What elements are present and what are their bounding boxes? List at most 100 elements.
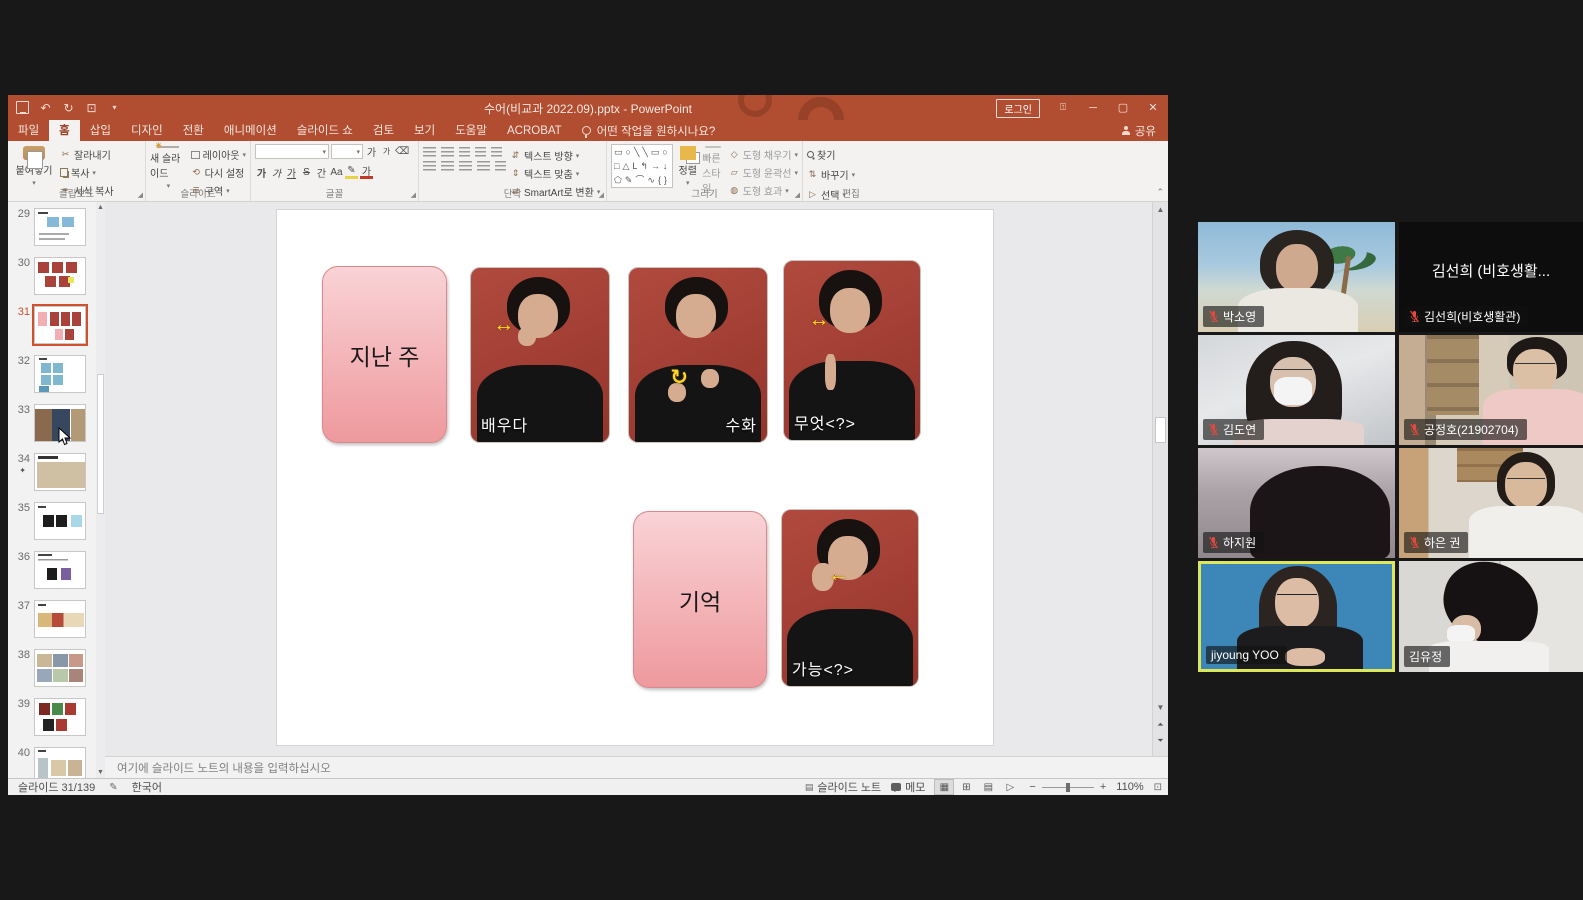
paste-button[interactable]: 붙여넣기 ▾	[12, 144, 56, 187]
video-tile-jiyoung-yoo-active-speaker[interactable]: jiyoung YOO	[1198, 561, 1395, 672]
ribbon-tab[interactable]: 삽입	[80, 120, 121, 141]
paragraph-dialog-launcher[interactable]: ◢	[599, 191, 604, 199]
thumbnail-scrollbar[interactable]: ▲ ▼	[96, 202, 105, 778]
sign-photo-possible[interactable]: ← 가능<?>	[781, 509, 919, 687]
slide-thumbnail[interactable]: 34✦	[8, 453, 104, 491]
shapes-gallery[interactable]: ▭○╲╲▭○□△L↰→↓⬠✎⌒∿{}	[611, 144, 673, 188]
font-color-button[interactable]: 가	[360, 165, 373, 179]
justify-icon[interactable]	[477, 161, 490, 171]
comments-button[interactable]: 메모	[891, 779, 925, 795]
bullets-icon[interactable]	[423, 147, 436, 157]
next-slide-icon[interactable]: ⏷	[1153, 736, 1168, 746]
shape-glyph[interactable]: L	[632, 160, 637, 173]
highlight-button[interactable]: ✎	[345, 165, 358, 179]
decrease-indent-icon[interactable]	[459, 147, 470, 157]
shape-glyph[interactable]: →	[651, 160, 660, 173]
main-scrollbar[interactable]: ▲ ▼ ⏶ ⏷	[1152, 202, 1168, 756]
slide-thumbnail[interactable]: 33	[8, 404, 104, 442]
video-tile-kim-doyeon[interactable]: 김도연	[1198, 335, 1395, 445]
clipboard-dialog-launcher[interactable]: ◢	[138, 191, 143, 199]
zoom-slider-thumb[interactable]	[1066, 783, 1070, 792]
close-icon[interactable]: ✕	[1138, 95, 1168, 120]
shape-glyph[interactable]: ↰	[640, 160, 648, 173]
notes-toggle-button[interactable]: ▤슬라이드 노트	[805, 779, 881, 795]
zoom-level[interactable]: 110%	[1116, 781, 1143, 793]
slide-thumbnail[interactable]: 30	[8, 257, 104, 295]
slide-thumbnail[interactable]: 36	[8, 551, 104, 589]
shape-outline-button[interactable]: ▱도형 윤곽선▾	[729, 165, 798, 180]
font-name-select[interactable]: ▾	[255, 144, 329, 159]
font-size-select[interactable]: ▾	[331, 144, 363, 159]
ribbon-tab[interactable]: 디자인	[121, 120, 173, 141]
reset-button[interactable]: ⟲다시 설정	[191, 165, 246, 180]
video-tile-park-soyoung[interactable]: 박소영	[1198, 222, 1395, 332]
thumbnail-scrollbar-thumb[interactable]	[97, 374, 104, 514]
increase-indent-icon[interactable]	[475, 147, 486, 157]
shape-glyph[interactable]: ╲	[642, 146, 647, 159]
ribbon-tab[interactable]: 전환	[173, 120, 214, 141]
text-direction-button[interactable]: ⇵텍스트 방향▾	[510, 148, 600, 163]
shadow-button[interactable]: S	[300, 165, 313, 179]
scroll-up-icon[interactable]: ▲	[96, 204, 105, 211]
italic-button[interactable]: 가	[270, 165, 283, 179]
align-left-icon[interactable]	[423, 161, 436, 171]
ribbon-tab[interactable]: 도움말	[445, 120, 497, 141]
reading-view-icon[interactable]: ▤	[979, 780, 997, 794]
text-box-last-week[interactable]: 지난 주	[322, 266, 447, 443]
align-right-icon[interactable]	[459, 161, 472, 171]
drawing-dialog-launcher[interactable]: ◢	[795, 191, 800, 199]
shape-glyph[interactable]: ○	[662, 146, 667, 159]
columns-icon[interactable]	[495, 161, 506, 171]
shape-glyph[interactable]: △	[622, 160, 629, 173]
text-box-memory[interactable]: 기억	[633, 511, 767, 688]
scroll-up-icon[interactable]: ▲	[1153, 205, 1168, 214]
arrange-button[interactable]: 정렬 ▾	[677, 144, 698, 187]
notes-pane[interactable]: 여기에 슬라이드 노트의 내용을 입력하십시오	[105, 756, 1168, 778]
align-center-icon[interactable]	[441, 161, 454, 171]
shape-fill-button[interactable]: ◇도형 채우기▾	[729, 147, 798, 162]
ribbon-tab[interactable]: 파일	[8, 120, 49, 141]
slide-thumbnail[interactable]: 32	[8, 355, 104, 393]
tell-me-search[interactable]: 어떤 작업을 원하시나요?	[572, 120, 726, 141]
slide-thumbnail[interactable]: 38	[8, 649, 104, 687]
main-scrollbar-thumb[interactable]	[1155, 417, 1166, 443]
proofing-icon[interactable]: ✎	[109, 782, 117, 793]
clear-format-button[interactable]: ⌫	[395, 145, 409, 159]
line-spacing-icon[interactable]	[491, 147, 502, 157]
sign-photo-learn[interactable]: ↔ 배우다	[470, 267, 610, 443]
grow-font-button[interactable]: 가	[365, 145, 378, 159]
login-button[interactable]: 로그인	[996, 99, 1040, 118]
ribbon-tab[interactable]: 슬라이드 쇼	[287, 120, 363, 141]
shape-glyph[interactable]: ▭	[614, 146, 623, 159]
video-tile-gong-jeongho[interactable]: 공정호(21902704)	[1399, 335, 1583, 445]
layout-button[interactable]: 레이아웃▾	[191, 147, 246, 162]
slide-thumbnail[interactable]: 39	[8, 698, 104, 736]
font-dialog-launcher[interactable]: ◢	[411, 191, 416, 199]
sign-photo-what[interactable]: ↔ 무엇<?>	[783, 260, 921, 441]
sign-photo-sign-language[interactable]: ↻ 수화	[628, 267, 768, 443]
shrink-font-button[interactable]: 가	[380, 145, 393, 159]
slide-thumbnail[interactable]: 31	[8, 306, 104, 344]
find-button[interactable]: 찾기	[807, 147, 855, 162]
ribbon-display-options-icon[interactable]: ⍐	[1048, 95, 1078, 120]
scroll-down-icon[interactable]: ▼	[96, 769, 105, 776]
slide-sorter-icon[interactable]: ⊞	[957, 780, 975, 794]
language-indicator[interactable]: 한국어	[132, 779, 162, 795]
ribbon-tab[interactable]: ACROBAT	[497, 120, 572, 141]
shape-glyph[interactable]: ╲	[634, 146, 639, 159]
ribbon-tab[interactable]: 애니메이션	[214, 120, 287, 141]
maximize-icon[interactable]: ▢	[1108, 95, 1138, 120]
quick-styles-button[interactable]: 빠른 스타일	[702, 144, 724, 187]
new-slide-button[interactable]: 새 슬라이드 ▾	[150, 144, 187, 187]
scroll-down-icon[interactable]: ▼	[1153, 703, 1168, 712]
slide-thumbnail[interactable]: 37	[8, 600, 104, 638]
cut-button[interactable]: ✂잘라내기	[60, 147, 114, 162]
slide-thumbnail[interactable]: 40	[8, 747, 104, 778]
minimize-icon[interactable]: ─	[1078, 95, 1108, 120]
previous-slide-icon[interactable]: ⏶	[1153, 720, 1168, 730]
numbering-icon[interactable]	[441, 147, 454, 157]
slide-canvas[interactable]: 지난 주 ↔ 배우다 ↻ 수화	[277, 210, 993, 745]
video-tile-haeun-kwon[interactable]: 하은 권	[1399, 448, 1583, 558]
collapse-ribbon-icon[interactable]: ⌃	[1156, 187, 1164, 198]
zoom-out-icon[interactable]: −	[1029, 781, 1035, 793]
